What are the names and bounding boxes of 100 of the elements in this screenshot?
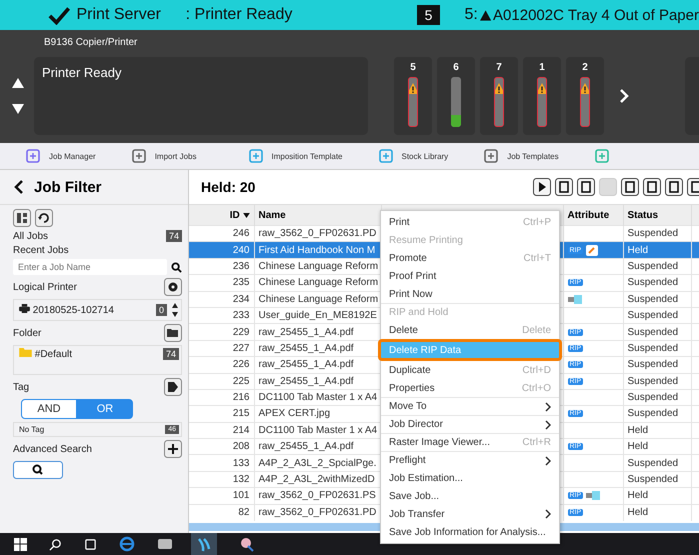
browser-icon[interactable]	[119, 536, 135, 552]
up-arrow-icon[interactable]	[12, 78, 24, 88]
table-cell: 101	[189, 488, 254, 504]
table-cell: First Aid Handbook Non M	[254, 242, 381, 258]
menu-item[interactable]: Job Estimation...	[381, 469, 559, 487]
sort-icon[interactable]	[242, 212, 250, 218]
menu-item[interactable]: Job Transfer	[381, 505, 559, 523]
table-cell: 214	[189, 422, 254, 439]
table-cell: Held	[623, 438, 691, 455]
filter-item[interactable]: All Jobs 74	[13, 230, 182, 242]
printer-name: B9136 Copier/Printer	[43, 36, 138, 50]
section-label: Advanced Search	[13, 444, 92, 454]
tag-mode-toggle[interactable]: OR	[77, 399, 133, 419]
paper-tray[interactable]: 6	[437, 57, 475, 135]
search-button[interactable]	[13, 461, 63, 479]
table-cell: 236	[189, 258, 254, 275]
menu-item[interactable]: Save Job Information for Analysis...	[381, 523, 559, 541]
search-icon[interactable]	[49, 538, 62, 550]
alert-message: A012002C Tray 4 Out of Paper	[493, 6, 699, 24]
column-header[interactable]: Status	[623, 205, 691, 226]
folder-settings-button[interactable]	[164, 324, 182, 342]
toolbar-icon	[378, 149, 392, 163]
server-title: Print Server	[76, 6, 162, 24]
queue-title: Held: 20	[201, 179, 256, 195]
menu-item[interactable]: Save Job...	[381, 487, 559, 505]
menu-item[interactable]: Proof Print	[381, 267, 559, 285]
status-message: Printer Ready	[42, 65, 122, 80]
table-cell: 240	[189, 242, 254, 258]
paper-tray[interactable]: 5	[394, 57, 432, 135]
table-cell: 132	[189, 471, 254, 488]
table-cell: Suspended	[623, 389, 691, 406]
section-label: Tag	[13, 382, 30, 392]
paper-tray[interactable]: 2	[566, 57, 604, 135]
warning-icon	[480, 10, 492, 20]
toolbar-icon	[26, 149, 40, 163]
table-cell: Suspended	[623, 454, 691, 472]
server-state: : Printer Ready	[186, 6, 294, 24]
menu-item[interactable]: Raster Image Viewer... Ctrl+R	[381, 433, 559, 451]
table-cell: 226	[189, 356, 254, 374]
table-cell: Suspended	[623, 471, 691, 488]
table-cell: 225	[189, 373, 254, 390]
paper-tray[interactable]: 1	[523, 57, 561, 135]
column-header[interactable]: Name	[254, 205, 381, 226]
printer-icon	[19, 304, 30, 313]
add-button[interactable]	[164, 440, 182, 458]
app-icon[interactable]	[157, 536, 173, 552]
toolbar-button[interactable]: Job Manager	[26, 149, 96, 163]
check-icon	[48, 5, 70, 25]
toolbar-button[interactable]: Import Jobs	[132, 149, 196, 163]
toolbar-icon	[594, 149, 609, 163]
tray-number: 6	[453, 62, 459, 73]
menu-item[interactable]: Print Now	[381, 285, 559, 303]
table-cell: Held	[623, 504, 691, 521]
column-header[interactable]: Attribute	[563, 205, 623, 226]
column-header[interactable]: ID	[230, 210, 240, 220]
table-cell: 215	[189, 406, 254, 422]
table-cell: Held	[623, 488, 691, 504]
search-field[interactable]: Enter a Job Name	[13, 259, 167, 275]
paper-tray[interactable]: 7	[480, 57, 518, 135]
tray-number: 2	[582, 62, 588, 73]
play-button[interactable]	[533, 178, 551, 196]
table-cell: Suspended	[623, 373, 691, 390]
refresh-button[interactable]	[35, 209, 53, 227]
app-icon[interactable]	[239, 536, 255, 552]
table-cell: 234	[189, 291, 254, 308]
layout-button[interactable]	[13, 209, 31, 227]
menu-item[interactable]: Preflight	[381, 451, 559, 469]
app-icon[interactable]	[191, 533, 217, 555]
table-cell: 229	[189, 324, 254, 340]
menu-item[interactable]: Job Director	[381, 415, 559, 433]
table-cell: 216	[189, 389, 254, 406]
windows-start-icon[interactable]	[14, 538, 27, 550]
menu-item[interactable]: Properties Ctrl+O	[381, 379, 559, 397]
menu-item[interactable]: Delete Delete	[381, 321, 559, 339]
search-icon	[171, 262, 182, 272]
tray-number: 5	[410, 62, 416, 73]
file-type-icon	[568, 294, 582, 304]
down-arrow-icon[interactable]	[12, 104, 24, 114]
task-view-icon[interactable]	[84, 538, 97, 550]
toolbar-button[interactable]: Imposition Template	[248, 149, 342, 163]
chevron-right-icon[interactable]	[619, 88, 629, 104]
section-label: Recent Jobs	[13, 245, 70, 256]
alert-count: 5	[416, 5, 440, 25]
toolbar-icon	[484, 149, 498, 163]
menu-item[interactable]: Move To	[381, 397, 559, 415]
toolbar-button[interactable]: Job Templates	[484, 149, 559, 163]
spin-arrows-icon[interactable]	[171, 302, 179, 318]
section-label: Folder	[13, 328, 42, 338]
toolbar-icon	[248, 149, 262, 163]
toolbar-button[interactable]: Stock Library	[378, 149, 448, 163]
menu-item[interactable]: Duplicate Ctrl+D	[381, 361, 559, 379]
menu-item[interactable]: Promote Ctrl+T	[381, 249, 559, 267]
file-type-icon	[586, 491, 600, 500]
table-cell: Suspended	[623, 324, 691, 340]
tag-button[interactable]	[164, 378, 182, 396]
table-cell: Suspended	[623, 356, 691, 374]
menu-item[interactable]: Print Ctrl+P	[381, 213, 559, 231]
back-icon[interactable]	[14, 179, 24, 195]
toolbar-icon	[132, 149, 146, 163]
tag-mode-toggle[interactable]: AND	[21, 399, 77, 419]
